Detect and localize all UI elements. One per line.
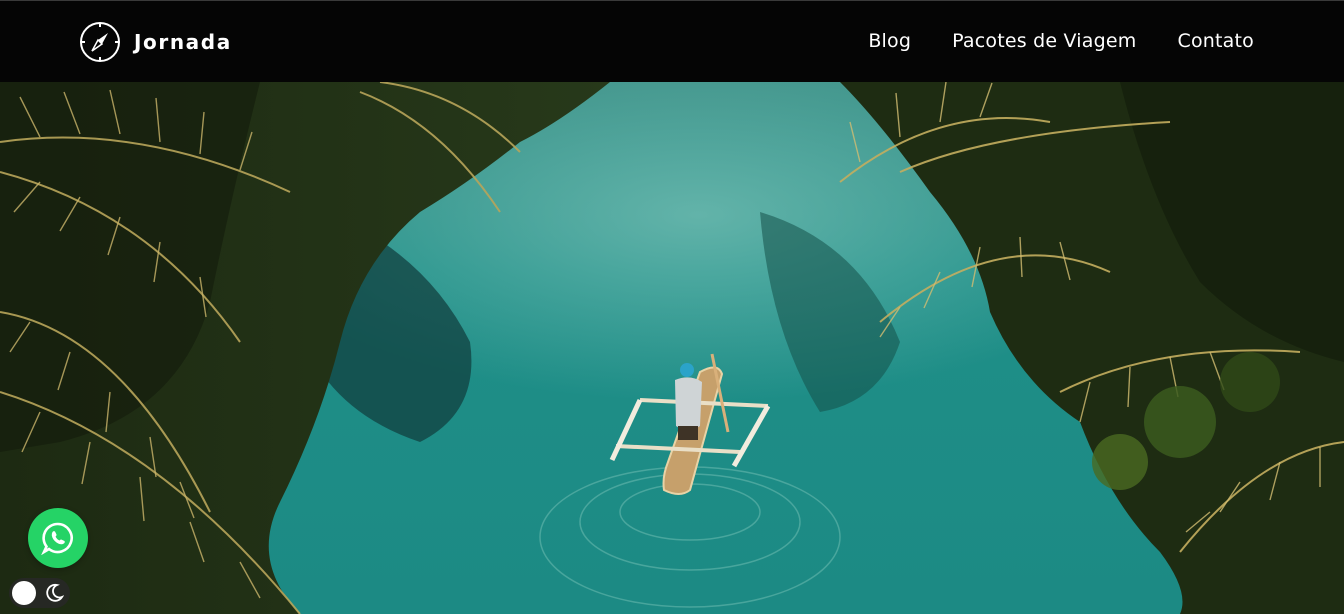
- whatsapp-icon: [41, 522, 73, 555]
- nav-blog-link[interactable]: Blog: [868, 27, 911, 55]
- top-navbar: Jornada Blog Pacotes de Viagem Contato: [0, 0, 1344, 82]
- toggle-knob: [12, 581, 36, 605]
- hero-image: [0, 82, 1344, 614]
- nav-contact-link[interactable]: Contato: [1177, 27, 1254, 55]
- brand-logo-link[interactable]: Jornada: [79, 20, 232, 64]
- whatsapp-button[interactable]: [28, 508, 88, 568]
- moon-icon: [46, 583, 64, 602]
- brand-name: Jornada: [134, 30, 232, 54]
- nav-travel-packages-link[interactable]: Pacotes de Viagem: [952, 27, 1136, 55]
- river-canoe-photo: [0, 82, 1344, 614]
- dark-mode-toggle[interactable]: [9, 578, 70, 608]
- compass-icon: [80, 22, 120, 62]
- main-nav: Blog Pacotes de Viagem Contato: [868, 27, 1254, 55]
